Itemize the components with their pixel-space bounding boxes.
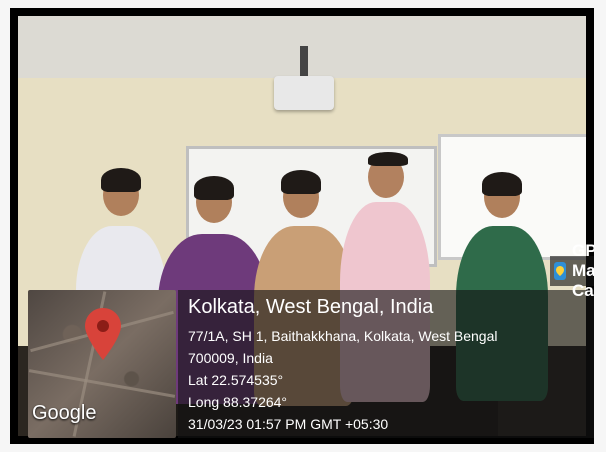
address-line-1: 77/1A, SH 1, Baithakkhana, Kolkata, West… [188, 328, 498, 344]
photo-frame: Google GPS Map Camera Kolkata, West Beng… [10, 8, 594, 444]
address-line-2: 700009, India [188, 350, 273, 366]
gps-overlay: Google GPS Map Camera Kolkata, West Beng… [28, 241, 594, 438]
map-thumbnail: Google [28, 290, 176, 438]
datetime: 31/03/23 01:57 PM GMT +05:30 [188, 416, 389, 432]
person-2-hair [194, 176, 234, 200]
info-panel: GPS Map Camera Kolkata, West Bengal, Ind… [178, 241, 594, 438]
person-4-hair [368, 152, 408, 166]
google-label: Google [32, 402, 97, 424]
camera-tag-label: GPS Map Camera [572, 241, 594, 300]
longitude: Long 88.37264° [188, 394, 288, 410]
projector-mount [300, 46, 308, 78]
location-title: Kolkata, West Bengal, India [188, 296, 434, 318]
map-pin-icon [83, 306, 123, 362]
latitude: Lat 22.574535° [188, 372, 284, 388]
person-3-hair [281, 170, 321, 194]
person-5-hair [482, 172, 522, 196]
camera-tag: GPS Map Camera [550, 241, 594, 300]
projector [274, 76, 334, 110]
camera-icon [554, 262, 566, 280]
street [28, 369, 176, 398]
person-1-hair [101, 168, 141, 192]
